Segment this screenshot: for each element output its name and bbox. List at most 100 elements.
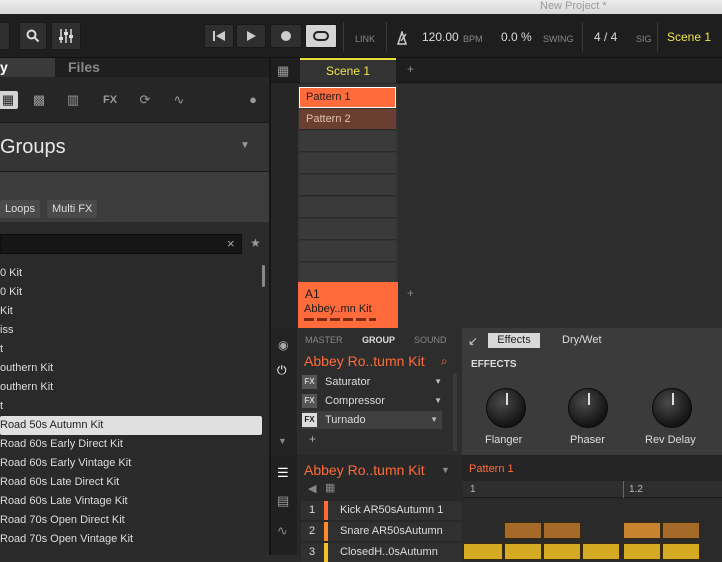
add-plugin-button[interactable]: +	[309, 432, 316, 446]
result-list-item[interactable]: Road 50s Autumn Kit	[0, 416, 262, 435]
result-list-item[interactable]: outhern Kit	[0, 378, 262, 397]
tab-effects[interactable]: Effects	[488, 333, 540, 348]
rev-delay-knob[interactable]	[652, 388, 692, 428]
waveform-icon[interactable]: ∿	[277, 523, 288, 539]
pattern-slot-empty[interactable]	[299, 131, 396, 152]
results-scrollbar[interactable]	[262, 265, 265, 287]
pattern-slot-1[interactable]: Pattern 1	[299, 87, 396, 108]
record-button[interactable]	[270, 24, 302, 48]
timeline-ruler[interactable]: 1 1.2	[463, 481, 722, 498]
track-row-2[interactable]: 2 Snare AR50sAutumn	[301, 522, 462, 541]
sounds-type-icon[interactable]: ▩	[29, 91, 49, 109]
step-note[interactable]	[543, 522, 581, 539]
result-list-item[interactable]: Road 70s Open Direct Kit	[0, 511, 262, 530]
tab-dry-wet[interactable]: Dry/Wet	[562, 334, 602, 346]
result-list-item[interactable]: 0 Kit	[0, 283, 262, 302]
track-row-1[interactable]: 1 Kick AR50sAutumn 1	[301, 501, 462, 520]
result-list-item[interactable]: iss	[0, 321, 262, 340]
result-list-item[interactable]: t	[0, 397, 262, 416]
back-arrow-icon[interactable]: ↙	[468, 334, 478, 348]
pattern-slot-empty[interactable]	[299, 153, 396, 174]
pattern-slot-empty[interactable]	[299, 263, 396, 284]
pattern-slot-empty[interactable]	[299, 197, 396, 218]
channel-icon[interactable]: ◉	[278, 338, 288, 352]
grid-view-icon[interactable]: ▦	[277, 63, 289, 79]
result-list-item[interactable]: Road 60s Early Vintage Kit	[0, 454, 262, 473]
plugin-icon[interactable]: ⏻	[277, 363, 287, 378]
step-note[interactable]	[543, 543, 581, 560]
result-list-item[interactable]: outhern Kit	[0, 359, 262, 378]
step-note[interactable]	[504, 543, 542, 560]
loop-button[interactable]	[305, 24, 337, 48]
groups-type-icon[interactable]: ▦	[0, 91, 18, 109]
pad-grid-icon[interactable]: ▦	[325, 481, 335, 494]
step-note[interactable]	[662, 543, 700, 560]
result-list-item[interactable]: 0 Kit	[0, 264, 262, 283]
step-note[interactable]	[582, 543, 620, 560]
step-note[interactable]	[504, 522, 542, 539]
chip-multi-fx[interactable]: Multi FX	[47, 200, 98, 218]
star-icon[interactable]: ★	[250, 236, 261, 250]
toolbar-edge-button[interactable]	[0, 22, 10, 50]
result-list-item[interactable]: Road 60s Early Direct Kit	[0, 435, 262, 454]
instrument-type-icon[interactable]: ▥	[63, 91, 83, 109]
group-name-label[interactable]: Abbey Ro..tumn Kit	[304, 353, 425, 369]
step-grid[interactable]	[463, 499, 722, 560]
fx-type-icon[interactable]: FX	[100, 91, 120, 109]
phaser-knob[interactable]	[568, 388, 608, 428]
plugin-slot-2[interactable]: FX Compressor ▼	[302, 392, 442, 410]
step-note[interactable]	[463, 543, 503, 560]
speaker-icon[interactable]: ◀	[308, 482, 316, 495]
current-scene[interactable]: Scene 1	[667, 30, 711, 44]
link-label[interactable]: LINK	[355, 32, 375, 46]
chevron-down-icon[interactable]: ▼	[240, 140, 250, 151]
pattern-slot-2[interactable]: Pattern 2	[299, 109, 396, 130]
tab-group[interactable]: GROUP	[362, 335, 395, 345]
pattern-slot-empty[interactable]	[299, 175, 396, 196]
swing-value[interactable]: 0.0 %	[501, 30, 532, 44]
tab-library[interactable]: y	[0, 58, 55, 77]
play-button[interactable]	[236, 24, 266, 48]
scene-slot-1[interactable]: Scene 1	[300, 58, 396, 83]
result-list-item[interactable]: Road 70s Open Vintage Kit	[0, 530, 262, 549]
user-icon[interactable]: ●	[243, 91, 263, 109]
clear-search-icon[interactable]: ×	[227, 236, 235, 251]
plugin-list-scrollbar[interactable]	[453, 373, 457, 451]
pattern-slot-empty[interactable]	[299, 241, 396, 262]
add-group-button[interactable]: +	[407, 286, 414, 300]
chevron-down-icon[interactable]: ▼	[441, 465, 450, 475]
result-list-item[interactable]: Kit	[0, 302, 262, 321]
sample-type-icon[interactable]: ∿	[169, 91, 189, 109]
result-list-item[interactable]: t	[0, 340, 262, 359]
plugin-slot-3[interactable]: FX Turnado ▼	[302, 411, 442, 429]
add-scene-button[interactable]: +	[407, 62, 414, 76]
tab-sound[interactable]: SOUND	[414, 335, 447, 345]
mixer-view-button[interactable]	[51, 22, 81, 50]
result-list-item[interactable]: Road 60s Late Direct Kit	[0, 473, 262, 492]
result-list-item[interactable]: Road 60s Late Vintage Kit	[0, 492, 262, 511]
step-note[interactable]	[623, 522, 661, 539]
tab-files[interactable]: Files	[68, 58, 100, 77]
group-slot-a1[interactable]: A1 Abbey..mn Kit	[298, 282, 398, 328]
editor-group-name[interactable]: Abbey Ro..tumn Kit	[304, 462, 425, 478]
track-row-3[interactable]: 3 ClosedH..0sAutumn	[301, 543, 462, 562]
tempo-value[interactable]: 120.00	[422, 30, 459, 44]
collapse-icon[interactable]: ▼	[278, 436, 287, 446]
list-view-icon[interactable]: ☰	[277, 465, 289, 481]
search-icon[interactable]: ⌕	[441, 354, 448, 369]
pattern-slot-empty[interactable]	[299, 219, 396, 240]
tab-master[interactable]: MASTER	[305, 335, 343, 345]
flanger-knob[interactable]	[486, 388, 526, 428]
keyboard-view-icon[interactable]: ▤	[277, 493, 289, 509]
search-button[interactable]	[19, 22, 47, 50]
plugin-slot-1[interactable]: FX Saturator ▼	[302, 373, 442, 391]
pattern-name[interactable]: Pattern 1	[469, 463, 514, 475]
category-selector[interactable]: Groups ▼	[0, 123, 270, 172]
chip-loops[interactable]: Loops	[0, 200, 40, 218]
metronome-icon[interactable]	[394, 31, 410, 45]
step-note[interactable]	[623, 543, 661, 560]
step-note[interactable]	[662, 522, 700, 539]
signature-value[interactable]: 4 / 4	[594, 30, 617, 44]
search-input[interactable]: ×	[0, 234, 242, 254]
restart-button[interactable]	[204, 24, 234, 48]
